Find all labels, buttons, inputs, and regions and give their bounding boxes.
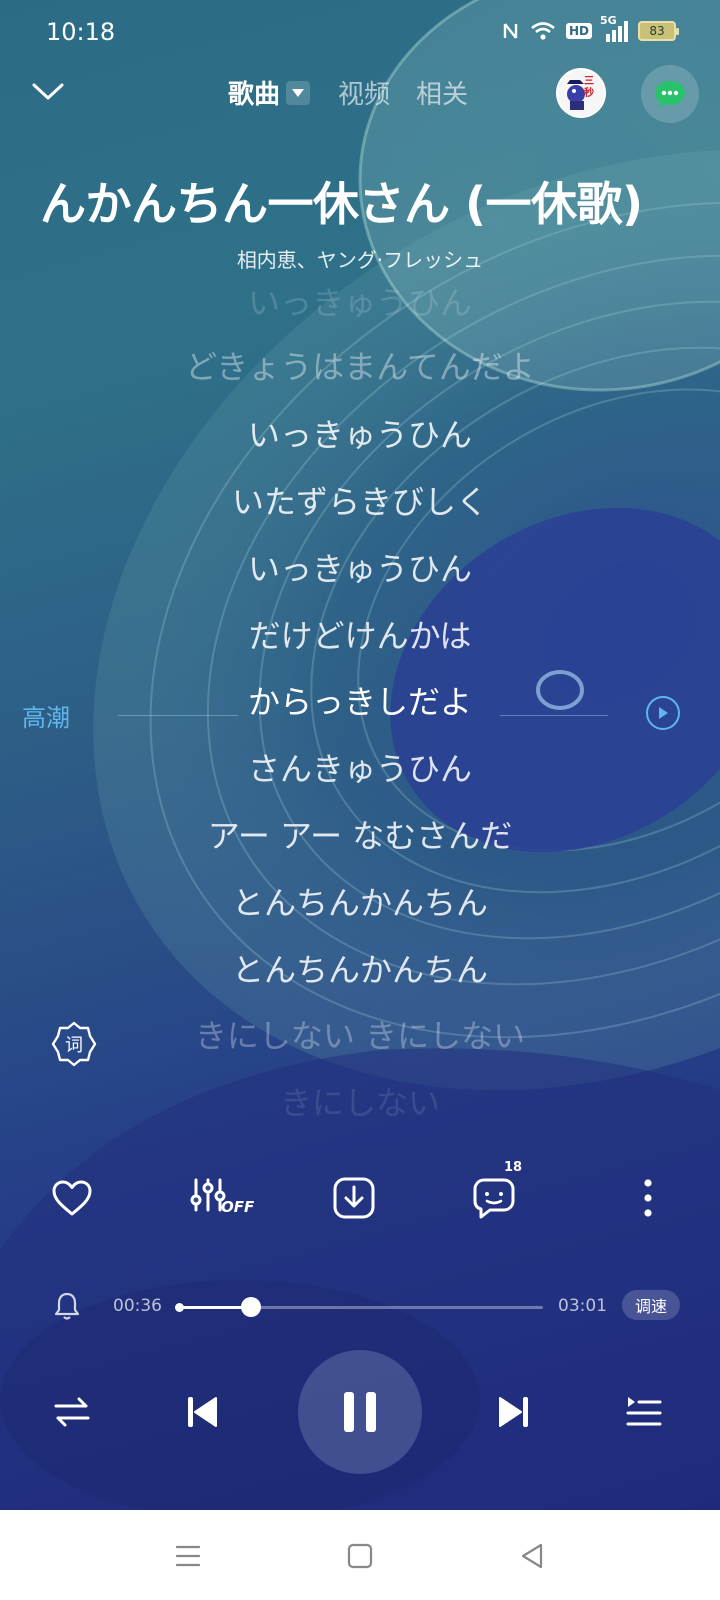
speed-button[interactable]: 调速	[622, 1290, 680, 1320]
lyric-line: アー アー なむさんだ	[207, 817, 513, 855]
tab-dropdown-caret-icon[interactable]	[286, 80, 311, 105]
avatar-text: 三秒	[584, 76, 594, 99]
tab-related[interactable]: 相关	[416, 74, 468, 111]
nfc-icon	[502, 21, 520, 41]
climax-marker[interactable]: 高潮	[0, 692, 720, 736]
next-button[interactable]	[492, 1390, 536, 1434]
chat-button[interactable]	[641, 65, 699, 123]
climax-divider-left	[118, 715, 238, 716]
action-row: OFF 18	[0, 1160, 720, 1230]
lyric-toggle-label: 词	[65, 1035, 83, 1056]
equalizer-button[interactable]: OFF	[188, 1170, 258, 1226]
more-button[interactable]	[618, 1170, 678, 1226]
song-artist[interactable]: 相内恵、ヤング·フレッシュ	[0, 244, 720, 273]
lyric-line: いっきゅうひん	[247, 286, 472, 322]
comment-count-badge: 18	[504, 1160, 523, 1175]
comment-button[interactable]: 18	[464, 1160, 524, 1226]
pause-icon	[344, 1392, 376, 1432]
status-time: 10:18	[46, 18, 116, 46]
status-bar: 10:18 HD 5G 83	[0, 0, 720, 64]
hd-icon: HD	[565, 23, 592, 39]
eq-state-label: OFF	[221, 1198, 255, 1216]
lyric-line: どきょうはまんてんだよ	[185, 348, 535, 386]
lyric-line: いっきゅうひん	[247, 416, 472, 454]
download-icon	[333, 1177, 375, 1219]
seek-thumb[interactable]	[241, 1297, 261, 1317]
more-icon	[644, 1179, 652, 1217]
climax-label[interactable]: 高潮	[22, 698, 70, 733]
home-icon[interactable]	[340, 1536, 380, 1576]
lyric-line: とんちんかんちん	[231, 951, 488, 989]
play-mode-button[interactable]	[50, 1390, 94, 1434]
comment-icon	[473, 1178, 515, 1219]
previous-button[interactable]	[180, 1390, 224, 1434]
wifi-icon	[530, 21, 556, 41]
lyric-line: きにしない	[279, 1084, 440, 1116]
back-triangle-icon[interactable]	[512, 1536, 552, 1576]
climax-play-icon[interactable]	[646, 696, 680, 730]
skip-next-icon	[499, 1397, 528, 1427]
climax-divider-right	[500, 715, 608, 716]
lyric-line: いっきゅうひん	[247, 550, 472, 588]
top-nav: 歌曲 视频 相关 三秒	[0, 62, 720, 123]
lyric-line: とんちんかんちん	[231, 884, 488, 922]
network-label: 5G	[600, 14, 617, 27]
menu-icon[interactable]	[168, 1536, 208, 1576]
5g-signal-icon: 5G	[600, 14, 628, 42]
seek-bar-start-dot	[175, 1303, 184, 1312]
download-button[interactable]	[324, 1170, 384, 1226]
seek-bar[interactable]	[175, 1297, 543, 1317]
heart-icon	[52, 1180, 92, 1216]
current-time: 00:36	[113, 1296, 162, 1316]
lyric-line: だけどけんかは	[248, 617, 472, 655]
battery-level: 83	[649, 24, 665, 38]
skip-previous-icon	[188, 1397, 217, 1427]
total-time: 03:01	[558, 1296, 607, 1316]
tab-bar: 歌曲 视频 相关	[228, 74, 494, 111]
lyric-toggle-button[interactable]: 词	[50, 1020, 98, 1068]
lyric-line: きにしない きにしない	[194, 1017, 526, 1055]
bell-icon[interactable]	[52, 1290, 82, 1322]
progress-row: 00:36 03:01 调速	[0, 1288, 720, 1328]
playlist-icon	[626, 1397, 662, 1426]
tab-video[interactable]: 视频	[338, 74, 390, 111]
chat-bubble-icon	[655, 81, 685, 107]
song-title: んかんちん一休さん (一休歌)	[40, 177, 643, 231]
like-button[interactable]	[42, 1170, 102, 1226]
lyric-line: さんきゅうひん	[247, 750, 472, 788]
system-nav-bar	[0, 1510, 720, 1600]
tab-song[interactable]: 歌曲	[228, 74, 280, 111]
playlist-button[interactable]	[622, 1390, 666, 1434]
collapse-chevron-down-icon[interactable]	[30, 76, 66, 106]
repeat-order-icon	[54, 1397, 90, 1427]
user-avatar[interactable]: 三秒	[556, 68, 606, 118]
pause-button[interactable]	[298, 1350, 422, 1474]
playback-controls	[0, 1350, 720, 1474]
lyric-line: いたずらきびしく	[231, 483, 488, 521]
battery-icon: 83	[638, 21, 679, 41]
